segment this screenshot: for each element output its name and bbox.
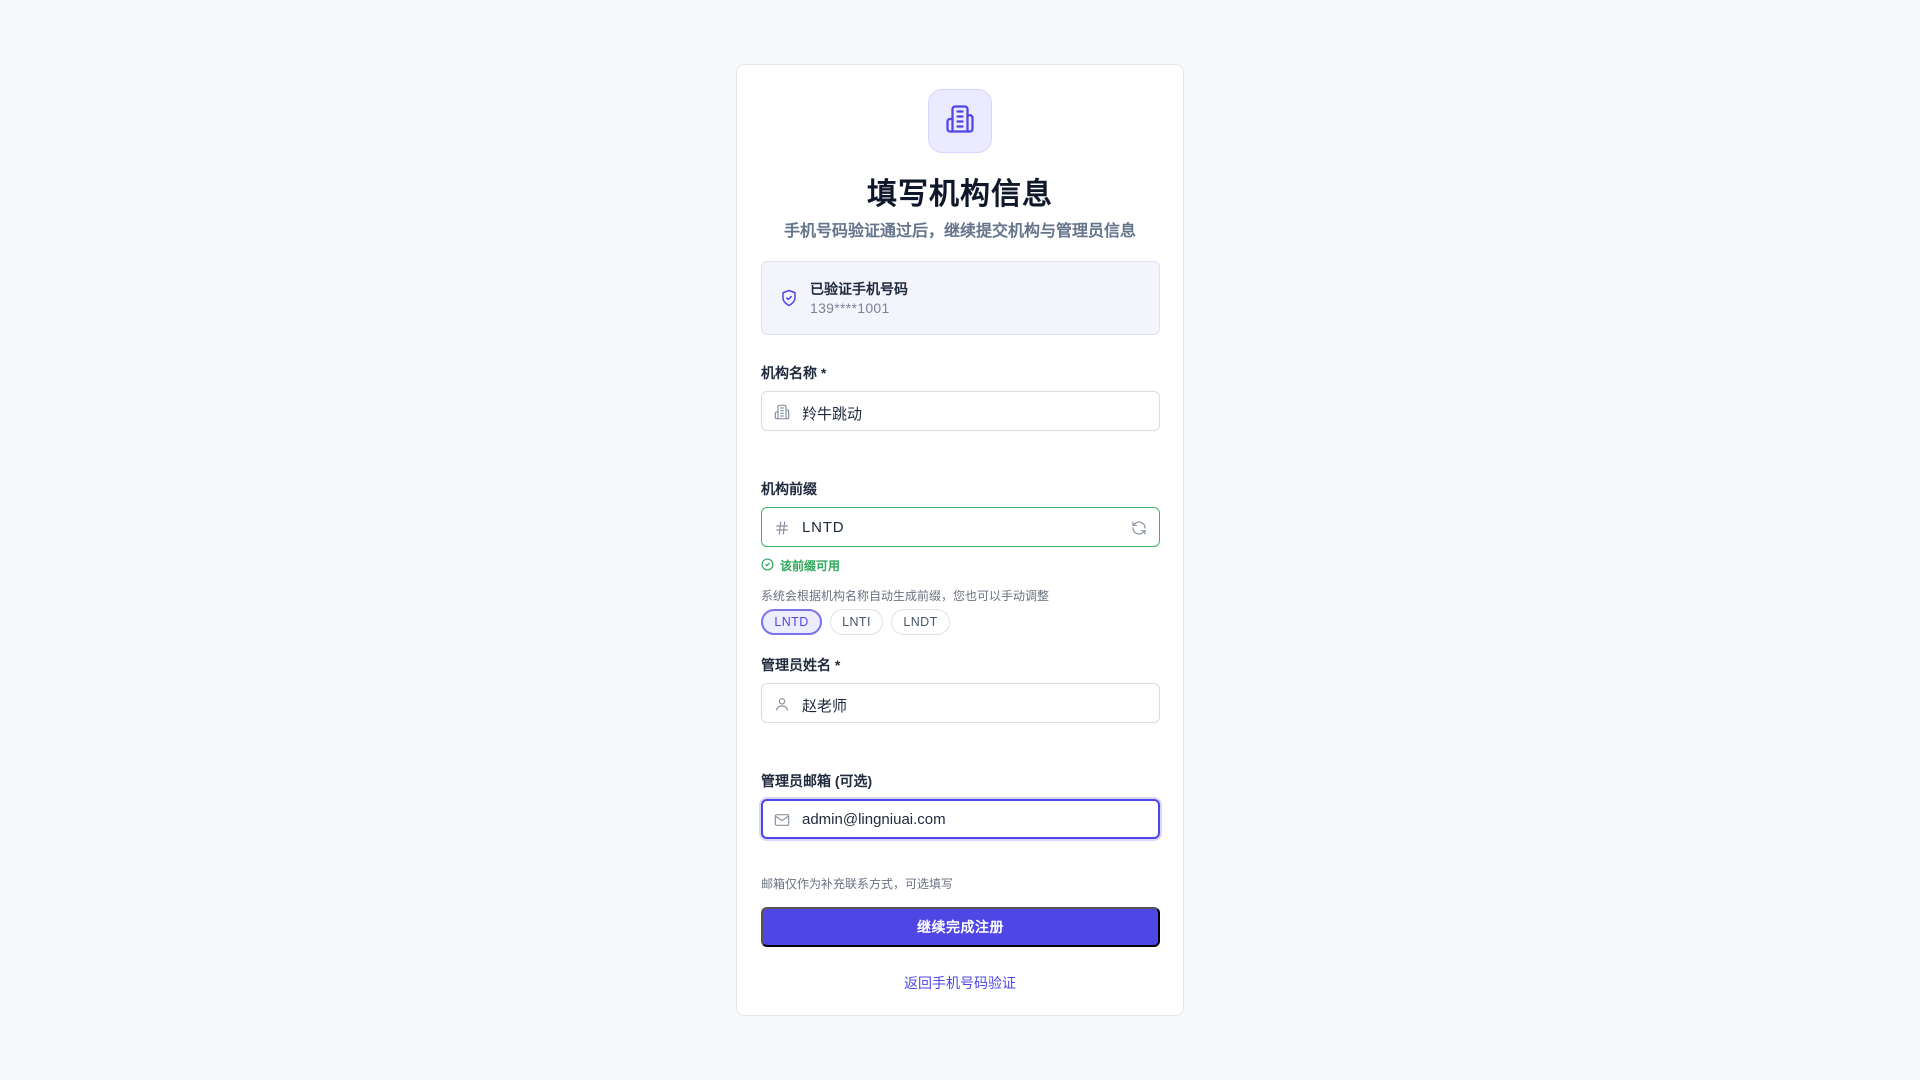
prefix-hint: 系统会根据机构名称自动生成前缀，您也可以手动调整 bbox=[761, 589, 1050, 603]
prefix-available-text: 该前缀可用 bbox=[780, 559, 841, 573]
back-to-phone-link[interactable]: 返回手机号码验证 bbox=[737, 973, 1183, 993]
org-prefix-value: LNTD bbox=[802, 519, 845, 536]
prefix-chip[interactable]: LNDT bbox=[891, 609, 950, 635]
building-icon bbox=[945, 104, 975, 139]
email-hint: 邮箱仅作为补充联系方式，可选填写 bbox=[761, 877, 954, 891]
admin-name-label: 管理员姓名 * bbox=[761, 657, 841, 673]
admin-email-value: admin@lingniuai.com bbox=[802, 811, 946, 828]
page-title: 填写机构信息 bbox=[867, 178, 1053, 211]
prefix-available-status: 该前缀可用 bbox=[761, 557, 840, 574]
registration-card: 填写机构信息 手机号码验证通过后，继续提交机构与管理员信息 已验证手机号码 13… bbox=[736, 64, 1184, 1016]
refresh-icon[interactable] bbox=[1131, 520, 1147, 541]
org-logo bbox=[928, 89, 992, 153]
org-prefix-input[interactable]: LNTD bbox=[761, 507, 1160, 547]
verified-phone-banner: 已验证手机号码 139****1001 bbox=[761, 261, 1160, 335]
org-name-label: 机构名称 * bbox=[761, 365, 827, 381]
org-name-value: 羚牛跳动 bbox=[802, 406, 863, 423]
shield-check-icon bbox=[780, 289, 798, 312]
hash-icon bbox=[774, 520, 790, 541]
prefix-chip[interactable]: LNTI bbox=[830, 609, 883, 635]
verified-phone-number: 139****1001 bbox=[810, 300, 890, 316]
admin-name-value: 赵老师 bbox=[802, 698, 848, 715]
user-icon bbox=[774, 696, 790, 717]
admin-email-label: 管理员邮箱 (可选) bbox=[761, 773, 873, 789]
check-circle-icon bbox=[761, 557, 774, 574]
verified-phone-label: 已验证手机号码 bbox=[810, 281, 908, 297]
admin-name-input[interactable]: 赵老师 bbox=[761, 683, 1160, 723]
prefix-chip[interactable]: LNTD bbox=[761, 609, 822, 635]
mail-icon bbox=[774, 812, 790, 833]
org-name-input[interactable]: 羚牛跳动 bbox=[761, 391, 1160, 431]
admin-email-input[interactable]: admin@lingniuai.com bbox=[761, 799, 1160, 839]
submit-button[interactable]: 继续完成注册 bbox=[761, 907, 1160, 947]
page-subtitle: 手机号码验证通过后，继续提交机构与管理员信息 bbox=[783, 223, 1136, 240]
prefix-suggestions: LNTD LNTI LNDT bbox=[761, 609, 950, 635]
building-icon bbox=[774, 404, 790, 425]
org-prefix-label: 机构前缀 bbox=[761, 481, 817, 497]
